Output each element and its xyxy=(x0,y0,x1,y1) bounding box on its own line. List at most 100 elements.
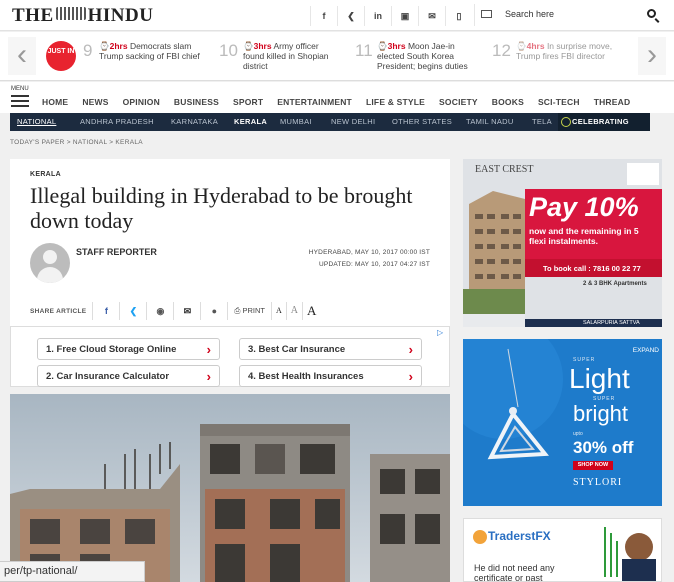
reddit-share-icon[interactable]: ◉ xyxy=(146,302,173,320)
just-in-item[interactable]: 12 ⌚4hrs In surprise move, Trump fires F… xyxy=(492,41,624,75)
nav-item-business[interactable]: BUSINESS xyxy=(174,97,219,107)
dateline: HYDERABAD, MAY 10, 2017 00:00 IST xyxy=(308,249,430,256)
mail-icon[interactable]: ✉ xyxy=(418,6,445,26)
subnav-item-other-states[interactable]: OTHER STATES xyxy=(392,117,452,126)
item-text: ⌚2hrs Democrats slam Trump sacking of FB… xyxy=(99,41,200,61)
twitter-share-icon[interactable]: ❮ xyxy=(119,302,146,320)
sub-nav: NATIONAL ANDHRA PRADESH KARNATAKA KERALA… xyxy=(10,113,650,131)
subnav-item-karnataka[interactable]: KARNATAKA xyxy=(171,117,218,126)
just-in-item[interactable]: 11 ⌚3hrs Moon Jae-in elected South Korea… xyxy=(355,41,485,75)
keyboard-icon[interactable] xyxy=(481,10,492,18)
chevron-left-icon[interactable]: ‹ xyxy=(8,37,36,75)
sponsored-link[interactable]: 2. Car Insurance Calculator › xyxy=(37,365,220,387)
linkedin-icon[interactable]: in xyxy=(364,6,391,26)
share-bar: SHARE ARTICLE f ❮ ◉ ✉ ● ⎙ PRINT A A A xyxy=(30,302,320,320)
page: THE HINDU f ❮ in ▣ ✉ ▯ Search here ‹ JUST… xyxy=(0,0,674,582)
item-number: 12 xyxy=(492,41,511,60)
menu-button[interactable]: MENU xyxy=(11,86,31,110)
nav-item-life-style[interactable]: LIFE & STYLE xyxy=(366,97,425,107)
mobile-icon[interactable]: ▯ xyxy=(445,6,472,26)
ad1-apts: 2 & 3 BHK Apartments xyxy=(583,281,647,287)
search-box[interactable]: Search here xyxy=(474,4,664,26)
twitter-icon[interactable]: ❮ xyxy=(337,6,364,26)
ad-traderstfx[interactable]: TraderstFX He did not need any certifica… xyxy=(463,518,662,582)
just-in-item[interactable]: 9 ⌚2hrs Democrats slam Trump sacking of … xyxy=(83,41,213,75)
ad-stylori[interactable]: EXPAND SUPER Light SUPER bright upto 30%… xyxy=(463,339,662,506)
item-time: 3hrs xyxy=(387,41,406,51)
nav-item-entertainment[interactable]: ENTERTAINMENT xyxy=(277,97,352,107)
sponsored-link[interactable]: 4. Best Health Insurances › xyxy=(239,365,422,387)
subnav-item-tamil-nadu[interactable]: TAMIL NADU xyxy=(466,117,514,126)
ad3-text: He did not need any certificate or past xyxy=(474,563,555,582)
author-name[interactable]: STAFF REPORTER xyxy=(76,247,157,257)
ad1-developer: SALARPURIA SATTVA xyxy=(583,320,640,326)
ad1-call: To book call : 7816 00 22 77 xyxy=(543,264,641,273)
print-icon: ⎙ xyxy=(234,306,241,315)
nav-item-opinion[interactable]: OPINION xyxy=(123,97,160,107)
author-avatar xyxy=(30,243,70,283)
emblem-icon xyxy=(55,7,86,20)
print-label: PRINT xyxy=(242,306,265,315)
sponsored-link[interactable]: 1. Free Cloud Storage Online › xyxy=(37,338,220,360)
nav-item-books[interactable]: BOOKS xyxy=(492,97,524,107)
nav-item-sport[interactable]: SPORT xyxy=(233,97,263,107)
ad1-sub: now and the remaining in 5 flexi instalm… xyxy=(529,226,639,246)
nav-item-home[interactable]: HOME xyxy=(42,97,68,107)
nav-item-thread[interactable]: THREAD xyxy=(594,97,631,107)
subnav-item-new-delhi[interactable]: NEW DELHI xyxy=(331,117,375,126)
ad2-upto: upto xyxy=(573,431,583,437)
just-in-strip: ‹ JUST IN 9 ⌚2hrs Democrats slam Trump s… xyxy=(0,32,674,81)
item-text: ⌚4hrs In surprise move, Trump fires FBI … xyxy=(516,41,613,61)
top-bar: THE HINDU f ❮ in ▣ ✉ ▯ Search here xyxy=(0,0,674,31)
item-number: 11 xyxy=(355,41,373,60)
print-button[interactable]: ⎙ PRINT xyxy=(227,302,271,320)
just-in-badge: JUST IN xyxy=(46,41,76,71)
just-in-item[interactable]: 10 ⌚3hrs Army officer found killed in Sh… xyxy=(219,41,349,75)
comment-icon[interactable]: ● xyxy=(200,302,227,320)
hamburger-icon xyxy=(11,95,29,97)
link-label: 4. Best Health Insurances xyxy=(248,371,364,382)
ad-east-crest[interactable]: EAST CREST Pay 10% now and the remaining… xyxy=(463,159,662,327)
ad3-brand: TraderstFX xyxy=(488,529,551,543)
chevron-right-icon[interactable]: › xyxy=(638,37,666,75)
nav-items: HOME NEWS OPINION BUSINESS SPORT ENTERTA… xyxy=(42,97,644,107)
expand-button[interactable]: EXPAND xyxy=(633,347,659,354)
search-icon[interactable] xyxy=(647,9,656,18)
chevron-right-icon: › xyxy=(206,369,211,384)
shop-now-button[interactable]: SHOP NOW xyxy=(573,461,613,470)
main-nav: MENU HOME NEWS OPINION BUSINESS SPORT EN… xyxy=(0,82,674,113)
subnav-item-andhra-pradesh[interactable]: ANDHRA PRADESH xyxy=(80,117,154,126)
logo-hindu: HINDU xyxy=(87,5,154,26)
subnav-item-national[interactable]: NATIONAL xyxy=(17,117,56,126)
subnav-item-kerala[interactable]: KERALA xyxy=(234,117,267,126)
font-large-button[interactable]: A xyxy=(302,302,320,320)
search-input[interactable]: Search here xyxy=(505,9,554,19)
font-medium-button[interactable]: A xyxy=(285,302,302,320)
adchoices-icon[interactable]: ▷ xyxy=(437,328,445,337)
instagram-icon[interactable]: ▣ xyxy=(391,6,418,26)
nav-item-news[interactable]: NEWS xyxy=(82,97,108,107)
mail-share-icon[interactable]: ✉ xyxy=(173,302,200,320)
font-small-button[interactable]: A xyxy=(270,302,286,320)
ad1-headline: Pay 10% xyxy=(529,192,639,222)
link-label: 1. Free Cloud Storage Online xyxy=(46,344,177,355)
celebrating-button[interactable]: CELEBRATING xyxy=(558,113,650,131)
site-logo[interactable]: THE HINDU xyxy=(12,5,153,27)
link-label: 2. Car Insurance Calculator xyxy=(46,371,170,382)
item-number: 9 xyxy=(83,41,93,60)
subnav-item-mumbai[interactable]: MUMBAI xyxy=(280,117,312,126)
menu-label: MENU xyxy=(11,86,29,92)
nav-item-sci-tech[interactable]: SCI-TECH xyxy=(538,97,580,107)
chevron-right-icon: › xyxy=(408,342,413,357)
hamburger-line xyxy=(11,105,29,107)
article-dates: HYDERABAD, MAY 10, 2017 00:00 IST UPDATE… xyxy=(309,247,430,271)
status-bar-url: per/tp-national/ xyxy=(0,561,145,582)
facebook-share-icon[interactable]: f xyxy=(92,302,119,320)
subnav-item-telangana[interactable]: TELA xyxy=(532,117,552,126)
social-links: f ❮ in ▣ ✉ ▯ xyxy=(310,6,472,26)
article-kicker[interactable]: KERALA xyxy=(30,171,61,178)
breadcrumb[interactable]: TODAY'S PAPER > NATIONAL > KERALA xyxy=(10,139,143,146)
facebook-icon[interactable]: f xyxy=(310,6,337,26)
sponsored-link[interactable]: 3. Best Car Insurance › xyxy=(239,338,422,360)
nav-item-society[interactable]: SOCIETY xyxy=(439,97,478,107)
